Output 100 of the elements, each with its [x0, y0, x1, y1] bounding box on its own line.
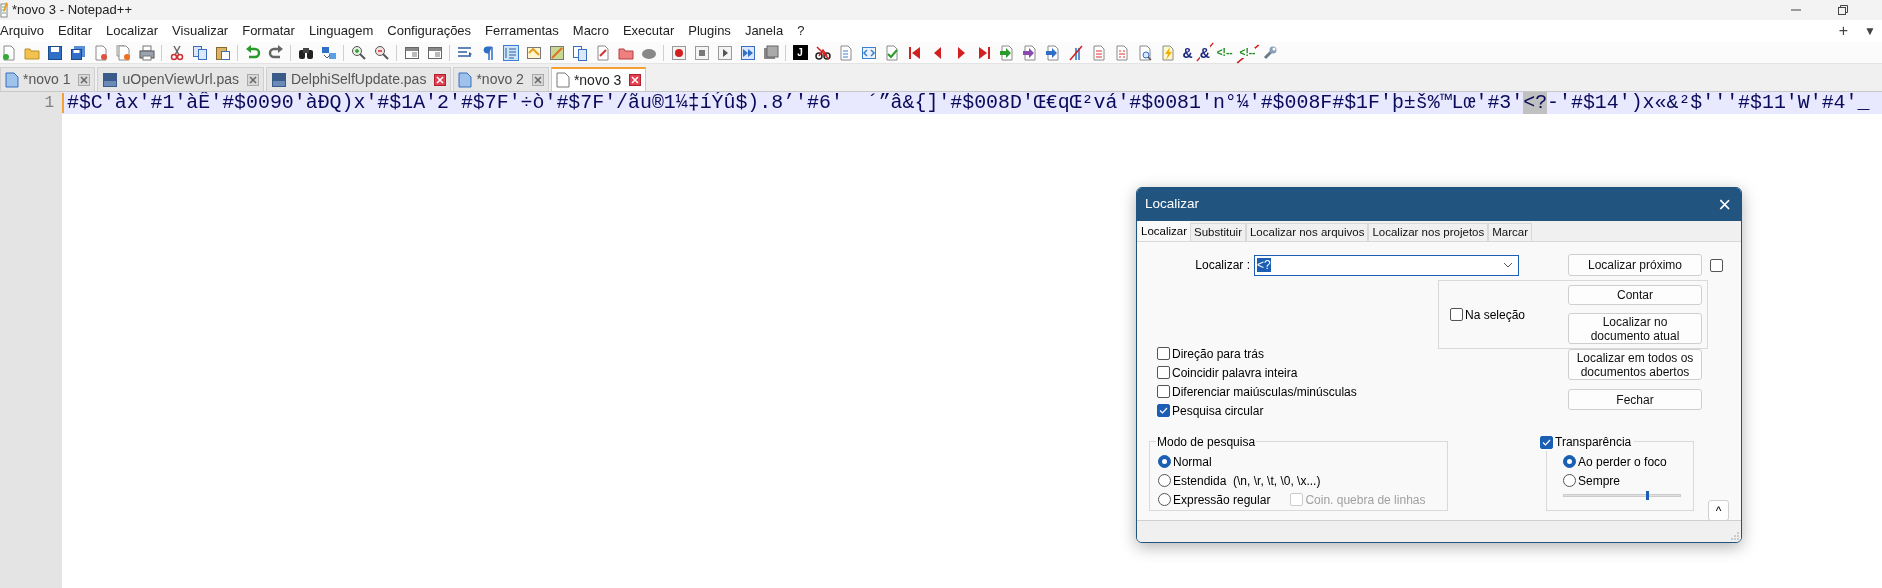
toolbar-button[interactable]: <!--: [1239, 47, 1256, 58]
new-tab-button[interactable]: +: [1838, 19, 1849, 43]
close-button[interactable]: ×: [1718, 193, 1731, 216]
collapse-button[interactable]: ^: [1708, 500, 1729, 521]
menu-item[interactable]: Linguagem: [304, 21, 378, 41]
menu-item[interactable]: Editar: [54, 21, 97, 41]
checkbox[interactable]: [1540, 435, 1553, 449]
dialog-button[interactable]: Localizar próximo: [1568, 254, 1702, 276]
check-icon[interactable]: [883, 44, 900, 61]
close-all-icon[interactable]: [115, 44, 132, 61]
toolbar-button[interactable]: <!--: [1216, 47, 1233, 58]
save-icon[interactable]: [46, 44, 63, 61]
fast-forward-icon[interactable]: [739, 44, 756, 61]
crossed-pilcrow-icon[interactable]: [1067, 44, 1084, 61]
indent-icon[interactable]: [502, 44, 519, 61]
tab-list-button[interactable]: ▼: [1864, 22, 1876, 40]
zoom-in-icon[interactable]: [350, 44, 367, 61]
checkbox-label: Pesquisa circular: [1172, 402, 1264, 420]
menu-item[interactable]: Ferramentas: [481, 21, 563, 41]
close-icon[interactable]: [629, 74, 642, 86]
dialog-button[interactable]: Fechar: [1568, 389, 1702, 410]
play-icon[interactable]: [716, 44, 733, 61]
zoom-out-icon[interactable]: [373, 44, 390, 61]
tab-label: *novo 1: [23, 70, 71, 89]
replace-icon[interactable]: [320, 44, 337, 61]
new-file-icon[interactable]: [0, 44, 17, 61]
checkbox[interactable]: [1157, 347, 1170, 360]
first-bookmark-icon[interactable]: [906, 44, 923, 61]
menu-item[interactable]: Janela: [740, 21, 788, 41]
clipboard-icon[interactable]: [214, 44, 231, 61]
radio-button[interactable]: [1563, 455, 1576, 468]
close-icon[interactable]: [434, 73, 447, 86]
checkbox[interactable]: [1450, 308, 1463, 321]
tab-label: *novo 3: [573, 70, 622, 90]
checkbox[interactable]: [1157, 404, 1170, 417]
file-tab[interactable]: uOpenViewUrl.pas: [97, 67, 264, 91]
menu-item[interactable]: Executar: [618, 21, 679, 41]
radio-button[interactable]: [1158, 455, 1171, 468]
copy-icon[interactable]: [191, 44, 208, 61]
dialog-button[interactable]: Localizar no documento atual: [1568, 313, 1702, 344]
dropdown-icon[interactable]: [1503, 262, 1513, 268]
toolbar-button[interactable]: J: [792, 45, 808, 60]
menu-item[interactable]: Arquivo: [0, 21, 49, 41]
arrow-into-page-icon[interactable]: [1021, 44, 1038, 61]
toolbar-button[interactable]: &: [1199, 45, 1210, 60]
printer-icon[interactable]: [138, 44, 155, 61]
checkbox[interactable]: [1157, 366, 1170, 379]
checkbox[interactable]: [1710, 258, 1723, 272]
panel-icon[interactable]: [525, 44, 542, 61]
radio-button[interactable]: [1158, 493, 1171, 506]
dialog-tab[interactable]: Substituir: [1190, 223, 1246, 241]
line-number: 1: [44, 93, 54, 114]
menu-item[interactable]: ?: [793, 21, 809, 41]
code-icon[interactable]: [860, 44, 877, 61]
file-tab[interactable]: *novo 2: [453, 67, 549, 91]
undo-icon[interactable]: [244, 44, 261, 61]
redo-icon[interactable]: [267, 44, 284, 61]
file-tab[interactable]: DelphiSelfUpdate.pas: [265, 67, 452, 91]
radio-button[interactable]: [1158, 474, 1171, 487]
menu-item[interactable]: Formatar: [238, 21, 299, 41]
arrow-onto-page-icon[interactable]: [1044, 44, 1061, 61]
dialog-tab[interactable]: Localizar nos projetos: [1368, 223, 1489, 241]
radio-button[interactable]: [1563, 474, 1576, 487]
record-icon[interactable]: [670, 44, 687, 61]
close-icon[interactable]: [78, 73, 91, 86]
menu-item[interactable]: Localizar: [102, 21, 163, 41]
menu-item[interactable]: Visualizar: [168, 21, 233, 41]
code-line: #$C'àx'#1'àÊ'#$0090'àÐQ)x'#$1A'2'#$7F'÷ò'#$7F'/ãu®1¼‡íÝû$).8’'#6' ´”â&{]'#$008D'Œ€qŒ²vá'#$0081'n°¼'#$008F#$1F'þ±š%™Lœ'#3'<?-'#$14')x«&²$'''#$11'W'#4'_: [67, 92, 1870, 117]
bicycle-icon[interactable]: [814, 44, 831, 61]
radio-label: Expressão regular: [1173, 491, 1271, 509]
arrow-page-icon[interactable]: [998, 44, 1015, 61]
dialog-tab[interactable]: Marcar: [1488, 223, 1533, 241]
dialog-button[interactable]: Localizar em todos os documentos abertos: [1568, 349, 1702, 380]
save-all-icon[interactable]: [69, 44, 86, 61]
checkbox-label: Coin. quebra de linhas: [1305, 491, 1426, 509]
window-icon[interactable]: [426, 44, 443, 61]
window-icon[interactable]: [403, 44, 420, 61]
file-tab[interactable]: *novo 1: [0, 67, 96, 91]
dialog-tab[interactable]: Localizar: [1138, 221, 1191, 241]
dialog-button[interactable]: Contar: [1568, 285, 1702, 305]
checkbox[interactable]: [1157, 385, 1170, 398]
resize-grip-icon[interactable]: [1731, 532, 1739, 540]
close-icon[interactable]: [246, 73, 259, 86]
menu-item[interactable]: Plugins: [684, 21, 735, 41]
search-field[interactable]: <?: [1254, 254, 1519, 276]
menu-item[interactable]: Macro: [568, 21, 613, 41]
scissors-icon[interactable]: [168, 44, 185, 61]
file-tab[interactable]: *novo 3: [550, 67, 647, 91]
stop-icon[interactable]: [693, 44, 710, 61]
close-file-icon[interactable]: [92, 44, 109, 61]
close-icon[interactable]: [531, 73, 544, 86]
dialog-tab[interactable]: Localizar nos arquivos: [1245, 223, 1369, 241]
pages-icon[interactable]: [571, 44, 588, 61]
restore-icon[interactable]: [1838, 5, 1848, 15]
wrench-icon[interactable]: [1262, 44, 1279, 61]
menu-item[interactable]: Configurações: [383, 21, 476, 41]
function-list-icon[interactable]: [594, 44, 611, 61]
slider-thumb[interactable]: [1645, 491, 1649, 500]
search-page-icon[interactable]: [1136, 44, 1153, 61]
toolbar-button[interactable]: &: [1182, 45, 1193, 60]
